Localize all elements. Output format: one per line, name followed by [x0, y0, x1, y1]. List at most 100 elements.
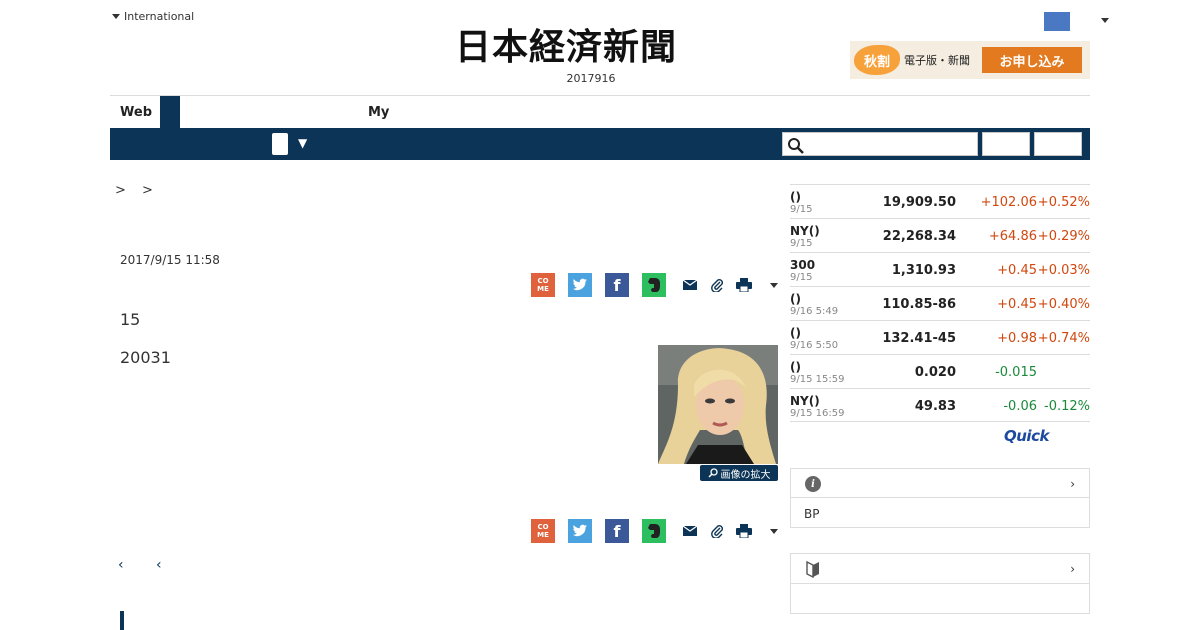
quick-logo[interactable]: Quick: [1004, 427, 1049, 445]
beginner-box: ›: [790, 553, 1090, 614]
edition-selector[interactable]: International: [112, 10, 194, 23]
tab-web[interactable]: Web: [110, 96, 160, 128]
share-bar-bottom: CO ME f: [531, 519, 778, 543]
come-icon[interactable]: CO ME: [531, 519, 555, 543]
market-row[interactable]: () 9/16 5:50 132.41-45 +0.98 +0.74%: [790, 320, 1090, 354]
print-icon[interactable]: [736, 523, 752, 539]
market-name: (): [790, 360, 801, 374]
market-name: NY(): [790, 224, 820, 238]
market-name: (): [790, 190, 801, 204]
market-value: 132.41-45: [882, 331, 956, 346]
market-change: +0.98: [997, 331, 1037, 346]
market-row[interactable]: () 9/15 15:59 0.020 -0.015: [790, 354, 1090, 388]
print-icon[interactable]: [736, 277, 752, 293]
article-photo[interactable]: [658, 345, 778, 464]
clip-icon[interactable]: [709, 277, 725, 293]
nav-dropdown-arrow[interactable]: ▼: [298, 136, 307, 150]
market-row[interactable]: NY() 9/15 22,268.34 +64.86 +0.29%: [790, 218, 1090, 252]
article-paragraph: 20031: [120, 348, 171, 367]
zoom-image-button[interactable]: 画像の拡大: [700, 465, 778, 481]
header-divider: [110, 95, 1090, 96]
market-change: -0.015: [995, 365, 1037, 380]
article-pager[interactable]: ‹ ‹: [118, 557, 176, 573]
section-heading-marker: [120, 611, 124, 630]
come-icon[interactable]: CO ME: [531, 273, 555, 297]
chevron-right-icon[interactable]: ›: [1070, 477, 1075, 491]
market-row[interactable]: 300 9/15 1,310.93 +0.45 +0.03%: [790, 252, 1090, 286]
info-icon: i: [805, 476, 821, 492]
site-logo[interactable]: 日本経済新聞: [455, 26, 745, 68]
more-share-icon[interactable]: [770, 282, 778, 288]
caret-down-icon: [112, 14, 120, 19]
tab-my[interactable]: My: [360, 96, 400, 128]
article-date: 2017/9/15 11:58: [120, 253, 220, 267]
market-change: +64.86: [988, 229, 1037, 244]
autumn-sale-seal: 秋割: [850, 41, 904, 79]
market-change: -0.06: [1003, 399, 1037, 414]
subscribe-promo-banner[interactable]: 秋割 電子版・新聞 お申し込み: [850, 41, 1090, 79]
market-row[interactable]: () 9/15 19,909.50 +102.06 +0.52%: [790, 184, 1090, 218]
info-box-header[interactable]: i ›: [791, 469, 1089, 498]
market-change: +0.45: [997, 263, 1037, 278]
promo-label: 電子版・新聞: [904, 54, 970, 67]
clip-icon[interactable]: [709, 523, 725, 539]
more-share-icon[interactable]: [770, 528, 778, 534]
market-name: (): [790, 326, 801, 340]
twitter-icon[interactable]: [568, 273, 592, 297]
edition-label: International: [124, 10, 195, 23]
header-date: 2017916: [566, 72, 616, 85]
market-date: 9/16 5:50: [790, 340, 839, 351]
search-button[interactable]: [982, 132, 1030, 156]
market-value: 22,268.34: [882, 229, 956, 244]
market-pct: +0.74%: [1037, 331, 1090, 346]
market-value: 49.83: [914, 399, 956, 414]
market-value: 0.020: [914, 365, 956, 380]
info-box-item[interactable]: BP: [804, 507, 819, 521]
market-date: 9/16 5:49: [790, 306, 839, 317]
market-date: 9/15 16:59: [790, 408, 845, 419]
search-option-button[interactable]: [1034, 132, 1082, 156]
evernote-icon[interactable]: [642, 273, 666, 297]
market-pct: +0.52%: [1037, 195, 1090, 210]
article-paragraph: 15: [120, 310, 141, 329]
chevron-right-icon[interactable]: ›: [1070, 562, 1075, 576]
market-row[interactable]: NY() 9/15 16:59 49.83 -0.06 -0.12%: [790, 388, 1090, 422]
mail-icon[interactable]: [682, 277, 698, 293]
facebook-icon[interactable]: f: [605, 519, 629, 543]
market-name: (): [790, 292, 801, 306]
twitter-icon[interactable]: [568, 519, 592, 543]
market-name: 300: [790, 258, 816, 272]
nav-menu-item[interactable]: [272, 133, 288, 155]
tab-active-indicator[interactable]: [160, 96, 180, 128]
market-pct: +0.03%: [1037, 263, 1090, 278]
market-pct: +0.29%: [1037, 229, 1090, 244]
caret-down-icon[interactable]: [1101, 18, 1109, 23]
market-change: +102.06: [980, 195, 1037, 210]
share-bar-top: CO ME f: [531, 273, 778, 297]
market-pct: +0.40%: [1037, 297, 1090, 312]
market-date: 9/15: [790, 204, 813, 215]
market-value: 19,909.50: [882, 195, 956, 210]
search-input[interactable]: [782, 132, 978, 156]
evernote-icon[interactable]: [642, 519, 666, 543]
flag-icon[interactable]: [1044, 12, 1070, 31]
market-name: NY(): [790, 394, 820, 408]
facebook-icon[interactable]: f: [605, 273, 629, 297]
breadcrumb[interactable]: > >: [115, 183, 159, 198]
beginner-mark-icon: [806, 560, 819, 578]
magnifier-icon: [707, 468, 718, 478]
market-pct: -0.12%: [1044, 399, 1090, 414]
apply-button[interactable]: お申し込み: [982, 47, 1082, 73]
mail-icon[interactable]: [682, 523, 698, 539]
info-box: i › BP: [790, 468, 1090, 528]
market-table: () 9/15 19,909.50 +102.06 +0.52% NY() 9/…: [790, 184, 1090, 422]
market-date: 9/15 15:59: [790, 374, 845, 385]
beginner-box-header[interactable]: ›: [791, 554, 1089, 584]
market-row[interactable]: () 9/16 5:49 110.85-86 +0.45 +0.40%: [790, 286, 1090, 320]
market-date: 9/15: [790, 238, 813, 249]
market-date: 9/15: [790, 272, 813, 283]
search-icon: [788, 138, 804, 154]
market-value: 1,310.93: [891, 263, 956, 278]
market-value: 110.85-86: [882, 297, 956, 312]
market-change: +0.45: [997, 297, 1037, 312]
